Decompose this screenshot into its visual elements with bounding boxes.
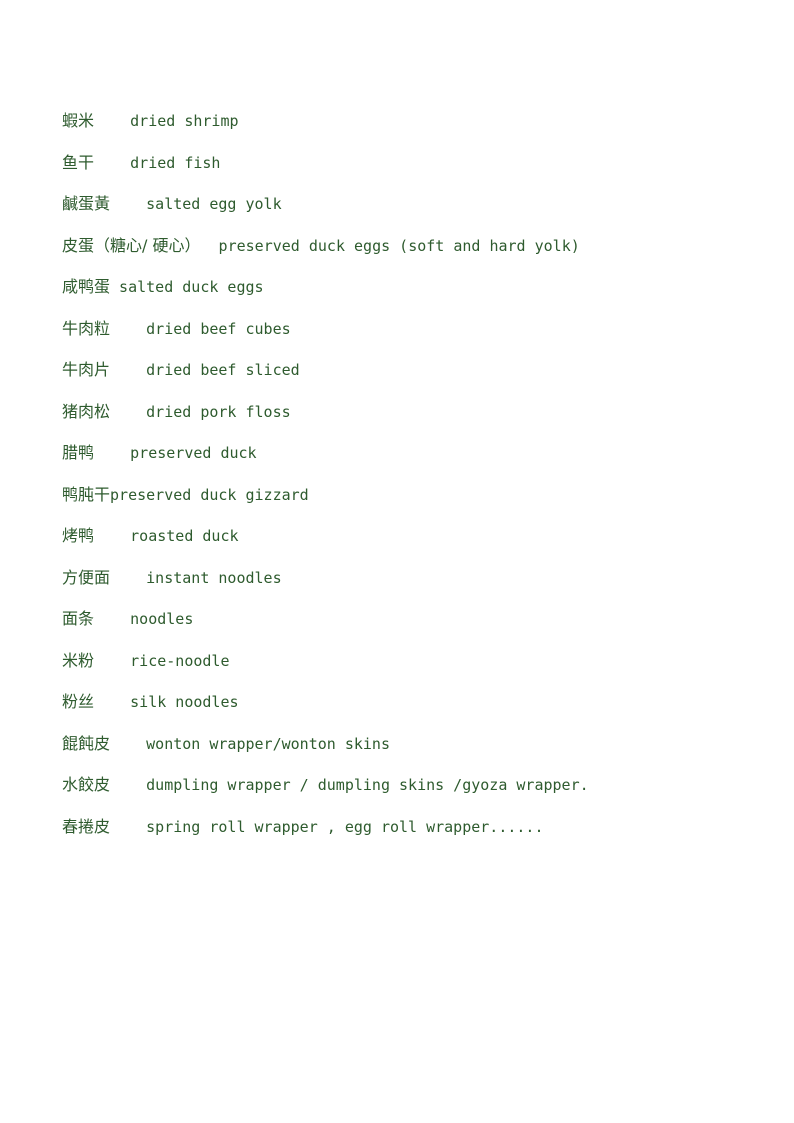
glossary-separator (110, 361, 146, 379)
glossary-term-chinese: 咸鸭蛋 (62, 277, 111, 296)
glossary-entry: 鱼干 dried fish (62, 142, 762, 184)
glossary-gloss-english: dried beef sliced (146, 361, 300, 379)
glossary-gloss-english: salted egg yolk (146, 195, 282, 213)
glossary-separator (110, 818, 146, 836)
glossary-gloss-english: dried fish (130, 153, 221, 172)
glossary-entry: 米粉 rice-noodle (62, 640, 762, 682)
glossary-separator (94, 693, 130, 711)
glossary-entry: 腊鸭 preserved duck (62, 432, 762, 474)
glossary-term-chinese: 粉丝 (62, 692, 95, 711)
glossary-list: 蝦米 dried shrimp 鱼干 dried fish 鹹蛋黃 salted e… (62, 100, 762, 847)
glossary-term-chinese: 蝦米 (62, 111, 95, 130)
glossary-entry: 鸭肫干preserved duck gizzard (62, 474, 762, 516)
document-page: 蝦米 dried shrimp 鱼干 dried fish 鹹蛋黃 salted e… (0, 0, 794, 1123)
glossary-term-chinese: 牛肉片 (62, 360, 111, 379)
glossary-gloss-english: spring roll wrapper , egg roll wrapper..… (146, 817, 544, 836)
glossary-entry: 方便面 instant noodles (62, 557, 762, 599)
glossary-term-chinese: 皮蛋（糖心/ 硬心） (62, 235, 201, 255)
glossary-entry: 餛飩皮 wonton wrapper/wonton skins (62, 723, 762, 765)
glossary-gloss-english: preserved duck gizzard (110, 485, 309, 504)
glossary-gloss-english: wonton wrapper/wonton skins (146, 734, 390, 753)
glossary-term-chinese: 春捲皮 (62, 816, 111, 836)
glossary-entry: 蝦米 dried shrimp (62, 100, 762, 142)
glossary-gloss-english: dried shrimp (130, 112, 239, 130)
glossary-gloss-english: noodles (130, 610, 194, 628)
glossary-term-chinese: 餛飩皮 (62, 733, 111, 753)
glossary-separator (110, 569, 146, 587)
glossary-entry: 烤鸭 roasted duck (62, 515, 762, 557)
glossary-gloss-english: dried pork floss (146, 402, 291, 421)
glossary-separator (110, 320, 146, 338)
glossary-entry: 春捲皮 spring roll wrapper , egg roll wrapp… (62, 806, 762, 848)
glossary-separator (110, 278, 119, 296)
glossary-entry: 皮蛋（糖心/ 硬心） preserved duck eggs (soft and… (62, 225, 762, 267)
glossary-gloss-english: dumpling wrapper / dumpling skins /gyoza… (146, 776, 589, 794)
glossary-term-chinese: 腊鸭 (62, 443, 95, 462)
glossary-term-chinese: 鱼干 (62, 152, 95, 172)
glossary-term-chinese: 面条 (62, 609, 95, 628)
glossary-term-chinese: 鹹蛋黃 (62, 194, 111, 213)
glossary-entry: 牛肉粒 dried beef cubes (62, 308, 762, 350)
glossary-entry: 鹹蛋黃 salted egg yolk (62, 183, 762, 225)
glossary-term-chinese: 米粉 (62, 650, 95, 670)
glossary-separator (94, 652, 130, 670)
glossary-term-chinese: 牛肉粒 (62, 318, 111, 338)
glossary-separator (94, 527, 130, 545)
glossary-separator (110, 735, 146, 753)
glossary-entry: 面条 noodles (62, 598, 762, 640)
glossary-entry: 水餃皮 dumpling wrapper / dumpling skins /g… (62, 764, 762, 806)
glossary-entry: 咸鸭蛋 salted duck eggs (62, 266, 762, 308)
glossary-separator (110, 195, 146, 213)
glossary-separator (94, 610, 130, 628)
glossary-term-chinese: 烤鸭 (62, 526, 95, 545)
glossary-gloss-english: salted duck eggs (119, 278, 264, 296)
glossary-gloss-english: preserved duck eggs (soft and hard yolk) (218, 236, 580, 255)
glossary-separator (110, 776, 146, 794)
glossary-separator (94, 154, 130, 172)
glossary-gloss-english: silk noodles (130, 693, 239, 711)
glossary-entry: 猪肉松 dried pork floss (62, 391, 762, 433)
glossary-entry: 牛肉片 dried beef sliced (62, 349, 762, 391)
glossary-gloss-english: rice-noodle (130, 651, 230, 670)
glossary-entry: 粉丝 silk noodles (62, 681, 762, 723)
glossary-gloss-english: instant noodles (146, 568, 282, 587)
glossary-gloss-english: dried beef cubes (146, 319, 291, 338)
glossary-separator (200, 237, 218, 255)
glossary-term-chinese: 猪肉松 (62, 401, 111, 421)
glossary-separator (94, 444, 130, 462)
glossary-term-chinese: 水餃皮 (62, 775, 111, 794)
glossary-gloss-english: preserved duck (130, 444, 257, 462)
glossary-separator (94, 112, 130, 130)
glossary-gloss-english: roasted duck (130, 527, 239, 545)
glossary-separator (110, 403, 146, 421)
glossary-term-chinese: 鸭肫干 (62, 484, 111, 504)
glossary-term-chinese: 方便面 (62, 567, 111, 587)
